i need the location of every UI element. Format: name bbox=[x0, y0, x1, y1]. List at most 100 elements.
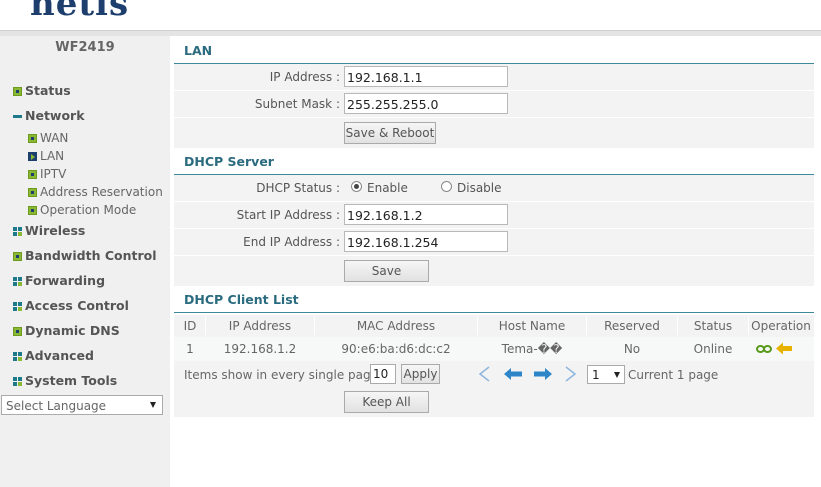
cell-reserved: No bbox=[623, 342, 641, 356]
save-button[interactable]: Save bbox=[344, 260, 429, 282]
first-page-icon[interactable] bbox=[477, 366, 491, 382]
sidebar-subitem-label: Address Reservation bbox=[40, 185, 163, 199]
cell-ip: 192.168.1.2 bbox=[223, 342, 297, 356]
sidebar-subitem-operation-mode[interactable]: Operation Mode bbox=[0, 201, 170, 219]
model-name: WF2419 bbox=[55, 40, 115, 55]
sidebar-subitem-address-reservation[interactable]: Address Reservation bbox=[0, 183, 170, 201]
dhcp-actions-row: Save bbox=[174, 256, 814, 286]
column-header: Operation bbox=[751, 319, 811, 333]
disable-radio[interactable] bbox=[441, 181, 452, 192]
sidebar-item-wireless[interactable]: Wireless bbox=[0, 219, 170, 243]
subnet-mask-input[interactable]: 255.255.255.0 bbox=[344, 93, 508, 114]
client-table-header: ID IP Address MAC Address Host Name Rese… bbox=[174, 315, 814, 337]
client-list-title: DHCP Client List bbox=[184, 292, 299, 307]
cell-status: Online bbox=[693, 342, 733, 356]
grid-icon bbox=[13, 302, 22, 311]
sidebar-item-label: Forwarding bbox=[25, 273, 106, 288]
save-reboot-button[interactable]: Save & Reboot bbox=[344, 122, 436, 144]
sidebar-subitem-lan[interactable]: LAN bbox=[0, 147, 170, 165]
previous-page-icon[interactable] bbox=[504, 368, 522, 380]
grid-icon bbox=[13, 352, 22, 361]
start-ip-input[interactable]: 192.168.1.2 bbox=[344, 204, 508, 225]
end-ip-input[interactable]: 192.168.1.254 bbox=[344, 231, 508, 252]
sidebar-subitem-label: LAN bbox=[40, 149, 65, 163]
per-page-input[interactable]: 10 bbox=[370, 364, 396, 384]
sidebar-item-label: Bandwidth Control bbox=[25, 248, 157, 263]
active-arrow-icon bbox=[28, 152, 37, 161]
arrow-left-icon[interactable] bbox=[776, 342, 792, 355]
plus-square-icon bbox=[13, 87, 22, 96]
enable-radio[interactable] bbox=[351, 181, 362, 192]
header: netis bbox=[0, 0, 821, 30]
grid-icon bbox=[13, 227, 22, 236]
plus-square-icon bbox=[28, 134, 37, 143]
sidebar-item-label: System Tools bbox=[25, 373, 118, 388]
current-page-text: Current 1 page bbox=[628, 368, 719, 382]
column-header: IP Address bbox=[228, 319, 292, 333]
chevron-down-icon bbox=[614, 372, 620, 378]
page-select[interactable]: 1 bbox=[587, 365, 625, 384]
language-select[interactable]: Select Language bbox=[1, 395, 163, 415]
subnet-mask-row: Subnet Mask : 255.255.255.0 bbox=[174, 91, 814, 117]
end-ip-row: End IP Address : 192.168.1.254 bbox=[174, 229, 814, 255]
netis-logo: netis bbox=[30, 0, 130, 24]
next-page-icon[interactable] bbox=[534, 368, 552, 380]
section-divider bbox=[174, 312, 814, 313]
dhcp-section-title: DHCP Server bbox=[184, 154, 274, 169]
sidebar-item-label: Status bbox=[25, 83, 71, 98]
sidebar-item-bandwidth-control[interactable]: Bandwidth Control bbox=[0, 244, 170, 268]
sidebar-item-network[interactable]: Network bbox=[0, 104, 170, 128]
sidebar-item-label: Dynamic DNS bbox=[25, 323, 120, 338]
sidebar-item-label: Advanced bbox=[25, 348, 94, 363]
sidebar-item-system-tools[interactable]: System Tools bbox=[0, 369, 170, 393]
column-header: Status bbox=[693, 319, 733, 333]
lan-actions-row: Save & Reboot bbox=[174, 118, 814, 148]
client-list-actions: Keep All bbox=[174, 389, 814, 417]
apply-button[interactable]: Apply bbox=[401, 364, 440, 384]
disable-radio-label: Disable bbox=[457, 181, 502, 195]
sidebar-subitem-iptv[interactable]: IPTV bbox=[0, 165, 170, 183]
subnet-mask-label: Subnet Mask : bbox=[254, 97, 340, 111]
start-ip-label: Start IP Address : bbox=[236, 208, 340, 222]
enable-radio-label: Enable bbox=[367, 181, 408, 195]
sidebar-item-label: Network bbox=[25, 108, 85, 123]
sidebar-subitem-wan[interactable]: WAN bbox=[0, 129, 170, 147]
dhcp-status-row: DHCP Status : Enable Disable bbox=[174, 175, 814, 201]
sidebar-item-label: Wireless bbox=[25, 223, 86, 238]
cell-id: 1 bbox=[186, 342, 194, 356]
chevron-down-icon bbox=[150, 402, 156, 408]
page-select-value: 1 bbox=[592, 368, 600, 382]
plus-square-icon bbox=[28, 188, 37, 197]
last-page-icon[interactable] bbox=[564, 366, 578, 382]
minus-square-icon bbox=[13, 112, 22, 121]
sidebar-subitem-label: Operation Mode bbox=[40, 203, 137, 217]
bind-link-icon[interactable] bbox=[756, 344, 772, 354]
column-header: MAC Address bbox=[356, 319, 436, 333]
lan-section-title: LAN bbox=[184, 43, 213, 58]
plus-square-icon bbox=[28, 206, 37, 215]
table-row: 1 192.168.1.2 90:e6:ba:d6:dc:c2 Tema-�� … bbox=[174, 337, 814, 361]
grid-icon bbox=[13, 277, 22, 286]
language-select-value: Select Language bbox=[6, 399, 107, 413]
keep-all-button[interactable]: Keep All bbox=[344, 391, 429, 413]
plus-square-icon bbox=[28, 170, 37, 179]
sidebar: WF2419 Status Network WAN LAN IPTV Addre… bbox=[0, 36, 170, 487]
sidebar-item-forwarding[interactable]: Forwarding bbox=[0, 269, 170, 293]
cell-mac: 90:e6:ba:d6:dc:c2 bbox=[341, 342, 451, 356]
column-header: ID bbox=[183, 319, 197, 333]
column-header: Host Name bbox=[498, 319, 566, 333]
sidebar-item-advanced[interactable]: Advanced bbox=[0, 344, 170, 368]
sidebar-item-dynamic-dns[interactable]: Dynamic DNS bbox=[0, 319, 170, 343]
sidebar-item-status[interactable]: Status bbox=[0, 79, 170, 103]
plus-square-icon bbox=[13, 252, 22, 261]
main-content: LAN IP Address : 192.168.1.1 Subnet Mask… bbox=[174, 36, 814, 487]
sidebar-item-access-control[interactable]: Access Control bbox=[0, 294, 170, 318]
sidebar-subitem-label: WAN bbox=[40, 131, 69, 145]
ip-address-input[interactable]: 192.168.1.1 bbox=[344, 66, 508, 87]
start-ip-row: Start IP Address : 192.168.1.2 bbox=[174, 202, 814, 228]
dhcp-status-label: DHCP Status : bbox=[256, 181, 340, 195]
per-page-label: Items show in every single page bbox=[184, 368, 378, 382]
sidebar-subitem-label: IPTV bbox=[40, 167, 67, 181]
end-ip-label: End IP Address : bbox=[243, 235, 340, 249]
cell-host: Tema-�� bbox=[501, 342, 563, 356]
